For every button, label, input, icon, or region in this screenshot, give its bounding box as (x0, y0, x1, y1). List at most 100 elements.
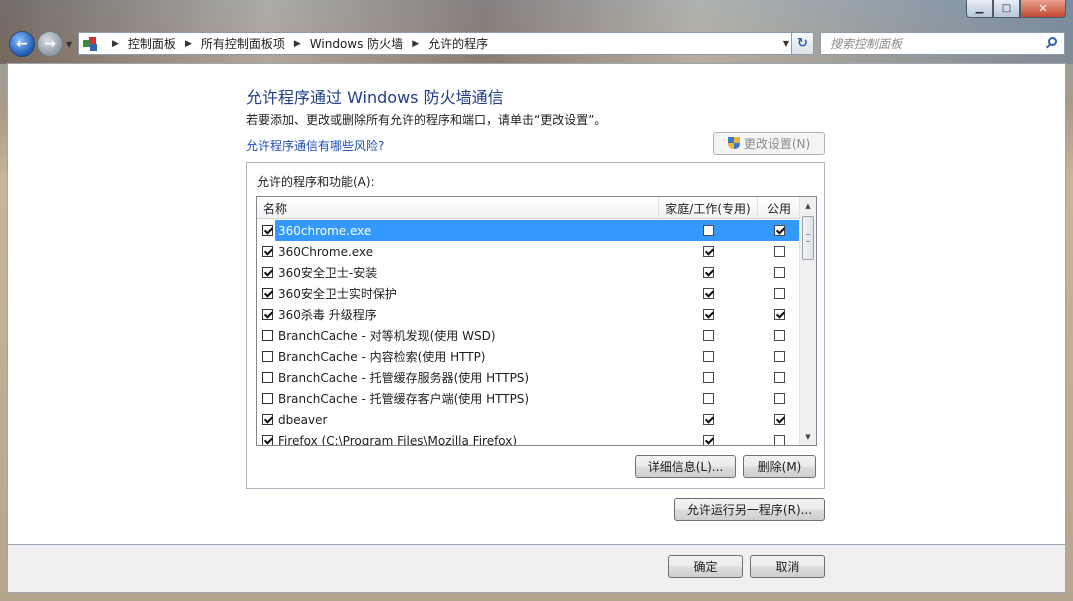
ok-button[interactable]: 确定 (668, 555, 743, 578)
home-work-cell (659, 330, 758, 341)
public-checkbox[interactable] (773, 267, 785, 278)
program-enabled-checkbox[interactable] (262, 372, 273, 383)
risk-info-link[interactable]: 允许程序通信有哪些风险? (246, 137, 384, 154)
control-panel-icon (82, 36, 100, 52)
scroll-up-arrow-icon[interactable]: ▲ (800, 197, 816, 214)
address-bar[interactable]: ▶ 控制面板 ▶ 所有控制面板项 ▶ Windows 防火墙 ▶ 允许的程序 ▼ (78, 32, 796, 55)
home-work-cell (659, 393, 758, 404)
minimize-button[interactable]: ▁ (966, 0, 993, 18)
public-checkbox[interactable] (773, 225, 785, 236)
breadcrumb-separator-icon[interactable]: ▶ (112, 39, 119, 49)
home-work-cell (659, 372, 758, 383)
search-icon[interactable] (1046, 37, 1058, 49)
recent-pages-dropdown-icon[interactable]: ▼ (66, 40, 72, 49)
back-button[interactable]: ← (9, 31, 35, 57)
remove-button[interactable]: 删除(M) (743, 455, 816, 478)
program-enabled-checkbox[interactable] (262, 351, 273, 362)
column-header-public[interactable]: 公用 (758, 197, 800, 219)
program-enabled-checkbox[interactable] (262, 393, 273, 404)
home-work-checkbox[interactable] (703, 351, 714, 362)
home-work-checkbox[interactable] (703, 225, 714, 236)
refresh-icon: ↻ (797, 36, 808, 51)
program-enabled-checkbox[interactable] (262, 309, 273, 320)
program-name: BranchCache - 对等机发现(使用 WSD) (278, 329, 496, 343)
program-row[interactable]: BranchCache - 内容检索(使用 HTTP) (257, 346, 800, 367)
scroll-thumb[interactable] (802, 216, 814, 260)
public-checkbox[interactable] (773, 372, 785, 383)
public-checkbox[interactable] (773, 330, 785, 341)
allowed-programs-group: 允许的程序和功能(A): 名称 家庭/工作(专用) 公用 360chrome.e… (246, 162, 825, 489)
home-work-cell (659, 288, 758, 299)
cancel-button[interactable]: 取消 (750, 555, 825, 578)
program-enabled-checkbox[interactable] (262, 267, 273, 278)
program-row[interactable]: 360Chrome.exe (257, 241, 800, 262)
programs-list[interactable]: 名称 家庭/工作(专用) 公用 360chrome.exe 360Chrome.e… (256, 196, 817, 446)
program-row[interactable]: Firefox (C:\Program Files\Mozilla Firefo… (257, 430, 800, 446)
program-enabled-checkbox[interactable] (262, 225, 273, 236)
program-enabled-checkbox[interactable] (262, 414, 273, 425)
public-cell (758, 309, 800, 320)
program-row[interactable]: 360chrome.exe (257, 220, 800, 241)
public-checkbox[interactable] (773, 414, 785, 425)
list-header: 名称 家庭/工作(专用) 公用 (257, 197, 800, 219)
breadcrumb-firewall[interactable]: Windows 防火墙 (310, 35, 403, 52)
home-work-checkbox[interactable] (703, 372, 714, 383)
page-title: 允许程序通过 Windows 防火墙通信 (246, 88, 504, 107)
breadcrumb-separator-icon[interactable]: ▶ (294, 39, 301, 49)
program-enabled-checkbox[interactable] (262, 330, 273, 341)
forward-button[interactable]: → (37, 31, 63, 57)
close-button[interactable]: ✕ (1020, 0, 1066, 18)
dialog-footer: 确定 取消 (7, 545, 1066, 593)
public-cell (758, 414, 800, 425)
details-button[interactable]: 详细信息(L)... (635, 455, 736, 478)
vertical-scrollbar[interactable]: ▲ ▼ (799, 197, 816, 445)
home-work-checkbox[interactable] (703, 309, 714, 320)
allow-another-program-button[interactable]: 允许运行另一程序(R)... (674, 498, 825, 521)
program-row[interactable]: BranchCache - 对等机发现(使用 WSD) (257, 325, 800, 346)
home-work-checkbox[interactable] (703, 330, 714, 341)
program-enabled-checkbox[interactable] (262, 288, 273, 299)
program-row[interactable]: BranchCache - 托管缓存客户端(使用 HTTPS) (257, 388, 800, 409)
public-checkbox[interactable] (773, 393, 785, 404)
change-settings-button[interactable]: 更改设置(N) (713, 132, 825, 155)
home-work-cell (659, 414, 758, 425)
page-description: 若要添加、更改或删除所有允许的程序和端口，请单击“更改设置”。 (246, 113, 607, 127)
breadcrumb-separator-icon[interactable]: ▶ (185, 39, 192, 49)
program-row[interactable]: 360安全卫士-安装 (257, 262, 800, 283)
home-work-checkbox[interactable] (703, 435, 714, 445)
program-enabled-checkbox[interactable] (262, 435, 273, 445)
home-work-cell (659, 351, 758, 362)
home-work-checkbox[interactable] (703, 414, 714, 425)
program-row[interactable]: dbeaver (257, 409, 800, 430)
column-header-name[interactable]: 名称 (257, 197, 659, 219)
public-cell (758, 372, 800, 383)
program-name-cell: 360杀毒 升级程序 (257, 305, 659, 324)
home-work-cell (659, 225, 758, 236)
home-work-checkbox[interactable] (703, 288, 714, 299)
breadcrumb-allowed-programs[interactable]: 允许的程序 (428, 35, 488, 52)
home-work-checkbox[interactable] (703, 393, 714, 404)
home-work-checkbox[interactable] (703, 246, 714, 257)
forward-arrow-icon: → (44, 36, 56, 52)
program-name: Firefox (C:\Program Files\Mozilla Firefo… (278, 433, 518, 446)
scroll-down-arrow-icon[interactable]: ▼ (800, 428, 816, 445)
public-checkbox[interactable] (773, 309, 785, 320)
caption-buttons: ▁ □ ✕ (966, 0, 1066, 18)
refresh-button[interactable]: ↻ (791, 32, 814, 55)
public-checkbox[interactable] (773, 246, 785, 257)
search-input[interactable]: 搜索控制面板 (820, 32, 1065, 55)
change-settings-label: 更改设置(N) (743, 137, 811, 151)
public-checkbox[interactable] (773, 288, 785, 299)
breadcrumb-all-items[interactable]: 所有控制面板项 (201, 35, 285, 52)
program-row[interactable]: BranchCache - 托管缓存服务器(使用 HTTPS) (257, 367, 800, 388)
program-row[interactable]: 360杀毒 升级程序 (257, 304, 800, 325)
home-work-checkbox[interactable] (703, 267, 714, 278)
maximize-button[interactable]: □ (993, 0, 1020, 18)
breadcrumb-separator-icon[interactable]: ▶ (412, 39, 419, 49)
program-row[interactable]: 360安全卫士实时保护 (257, 283, 800, 304)
breadcrumb-control-panel[interactable]: 控制面板 (128, 35, 176, 52)
program-enabled-checkbox[interactable] (262, 246, 273, 257)
public-checkbox[interactable] (773, 351, 785, 362)
public-checkbox[interactable] (773, 435, 785, 445)
column-header-home-work[interactable]: 家庭/工作(专用) (659, 197, 758, 219)
